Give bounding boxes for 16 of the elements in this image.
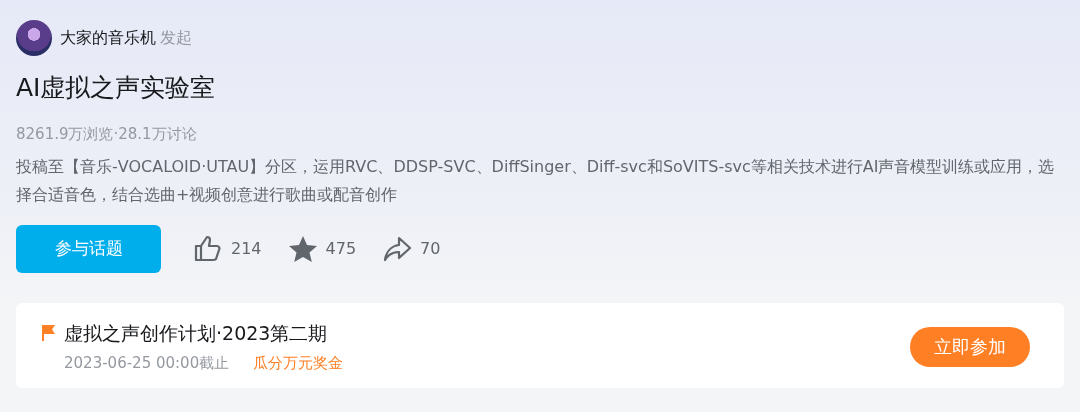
event-title[interactable]: 虚拟之声创作计划·2023第二期	[64, 319, 328, 348]
flag-icon	[40, 324, 56, 343]
topic-stats: 8261.9万浏览·28.1万讨论	[16, 123, 198, 145]
share-arrow-icon[interactable]	[382, 234, 413, 264]
thumbs-up-icon[interactable]	[193, 234, 223, 264]
topic-title: AI虚拟之声实验室	[16, 72, 217, 104]
avatar[interactable]	[16, 20, 52, 56]
event-reward: 瓜分万元奖金	[253, 352, 344, 374]
star-icon[interactable]	[287, 234, 318, 264]
share-count: 70	[420, 238, 441, 260]
like-count: 214	[231, 238, 262, 260]
initiator-suffix: 发起	[160, 27, 192, 49]
topic-description: 投稿至【音乐-VOCALOID·UTAU】分区，运用RVC、DDSP-SVC、DiffSinger、Diff-svc和SoVITS-svc等相关技术进行AI声音模型训练或应用，选择合适音色，结合选曲+视频创意进行歌曲或配音创作	[16, 156, 1056, 206]
favorite-count: 475	[325, 238, 357, 260]
initiator-name[interactable]: 大家的音乐机	[60, 26, 156, 50]
event-deadline: 2023-06-25 00:00截止	[64, 352, 230, 374]
